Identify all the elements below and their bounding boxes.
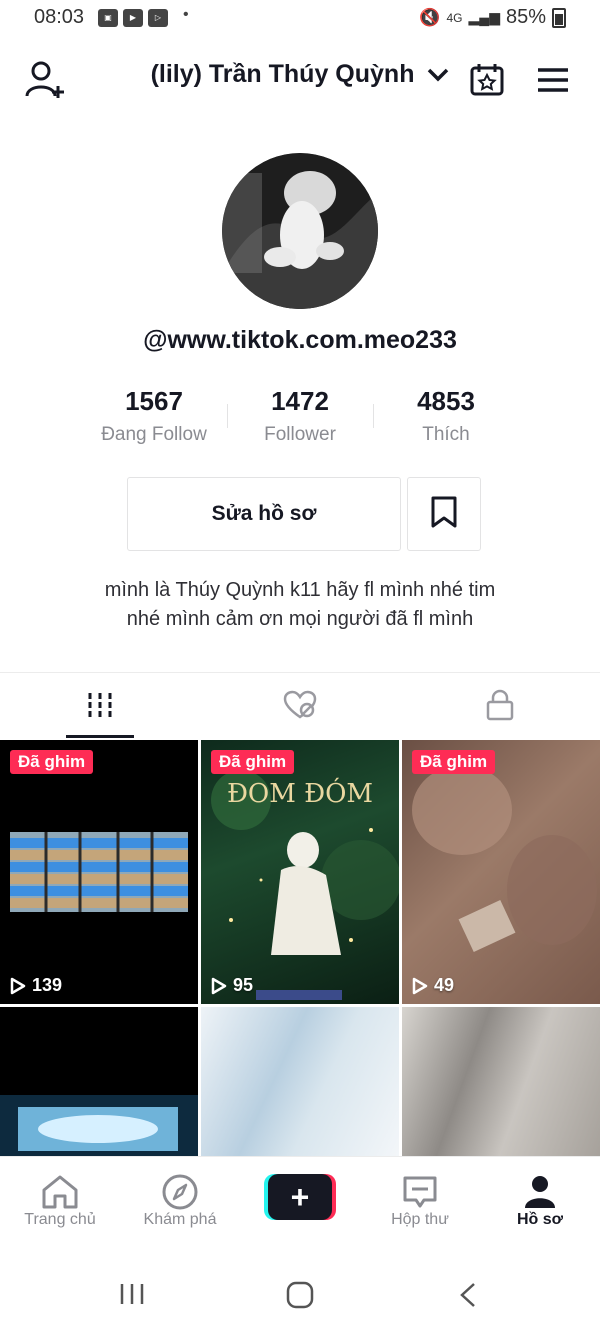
video-thumbnail[interactable] <box>0 1007 198 1157</box>
video-thumbnail[interactable]: ĐOM ĐÓM Đã ghim 95 <box>201 740 399 1004</box>
mute-icon: 🔇 <box>419 7 441 27</box>
system-nav-bar <box>0 1246 600 1333</box>
status-right: 🔇 4G ▂▄▆ 85% <box>419 6 566 29</box>
chevron-down-icon[interactable] <box>427 61 449 90</box>
play-icon <box>211 977 227 994</box>
nav-discover-label: Khám phá <box>143 1211 217 1228</box>
pinned-badge: Đã ghim <box>211 750 295 774</box>
tab-private[interactable] <box>470 689 530 726</box>
back-icon[interactable] <box>458 1282 478 1313</box>
create-button[interactable]: + <box>264 1174 336 1220</box>
home-icon <box>5 1173 115 1211</box>
nav-profile[interactable]: Hồ sơ <box>485 1173 595 1229</box>
favorites-button[interactable] <box>407 477 481 551</box>
nav-home-label: Trang chủ <box>24 1211 96 1228</box>
youtube-icon: ▶ <box>123 9 143 27</box>
svg-text:ĐOM ĐÓM: ĐOM ĐÓM <box>227 777 373 809</box>
lock-icon <box>485 689 515 726</box>
nav-profile-label: Hồ sơ <box>516 1211 564 1228</box>
bio-line: nhé mình cảm ơn mọi người đã fl mình <box>126 608 474 630</box>
recent-apps-icon[interactable] <box>118 1282 146 1311</box>
following-label[interactable]: Đang Follow <box>79 424 229 446</box>
play-icon <box>10 977 26 994</box>
bio: mình là Thúy Quỳnh k11 hãy fl mình nhé t… <box>40 576 560 634</box>
active-tab-indicator <box>66 735 134 738</box>
video-thumbnail[interactable]: Đã ghim 49 <box>402 740 600 1004</box>
nav-inbox-label: Hộp thư <box>391 1211 449 1228</box>
bookmark-icon <box>430 495 458 534</box>
profile-icon <box>485 1173 595 1211</box>
view-count: 49 <box>412 975 454 996</box>
view-count-value: 49 <box>434 975 455 995</box>
video-thumbnail[interactable] <box>402 1007 600 1157</box>
video-thumbnail[interactable]: Đã ghim 139 <box>0 740 198 1004</box>
battery-label: 85% <box>505 6 546 28</box>
nav-discover[interactable]: Khám phá <box>125 1173 235 1229</box>
tab-liked[interactable] <box>270 690 330 724</box>
nav-inbox[interactable]: Hộp thư <box>365 1173 475 1229</box>
view-count: 139 <box>10 975 62 996</box>
view-count-value: 139 <box>32 975 63 995</box>
tab-videos[interactable] <box>70 690 130 724</box>
view-count-value: 95 <box>233 975 254 995</box>
video-thumbnail[interactable] <box>201 1007 399 1157</box>
nav-home[interactable]: Trang chủ <box>5 1173 115 1229</box>
status-bar: 08:03 ▣ ▶ ▷ • 🔇 4G ▂▄▆ 85% <box>0 0 600 36</box>
likes-count: 4853 <box>417 386 475 416</box>
plus-icon: + <box>268 1174 332 1220</box>
view-count: 95 <box>211 975 253 996</box>
bottom-nav: Trang chủ Khám phá + Hộp thư Hồ sơ <box>0 1156 600 1247</box>
network-label: 4G <box>446 10 463 25</box>
calendar-star-icon[interactable] <box>465 58 509 102</box>
pinned-badge: Đã ghim <box>412 750 496 774</box>
notification-dot: • <box>183 6 189 23</box>
profile-title-bar[interactable]: (lily) Trần Thúy Quỳnh <box>0 60 600 90</box>
edit-profile-button[interactable]: Sửa hồ sơ <box>127 477 401 551</box>
profile-title[interactable]: (lily) Trần Thúy Quỳnh <box>151 60 415 88</box>
status-time: 08:03 <box>34 6 85 28</box>
avatar[interactable] <box>222 153 378 309</box>
signal-icon: ▂▄▆ <box>468 9 500 25</box>
menu-icon[interactable] <box>531 58 575 102</box>
play-icon: ▷ <box>148 9 168 27</box>
likes-label: Thích <box>422 424 470 445</box>
gallery-icon: ▣ <box>98 9 118 27</box>
compass-icon <box>125 1173 235 1211</box>
username: @www.tiktok.com.meo233 <box>143 326 457 354</box>
tabs-divider <box>0 672 600 673</box>
home-button-icon[interactable] <box>286 1281 314 1314</box>
inbox-icon <box>365 1173 475 1211</box>
following-count[interactable]: 1567 <box>79 386 229 417</box>
hidden-heart-icon <box>283 690 317 725</box>
follower-label[interactable]: Follower <box>225 424 375 446</box>
follower-count[interactable]: 1472 <box>225 386 375 417</box>
bio-line: mình là Thúy Quỳnh k11 hãy fl mình nhé t… <box>104 579 496 601</box>
grid-icon <box>86 691 114 724</box>
play-icon <box>412 977 428 994</box>
pinned-badge: Đã ghim <box>10 750 94 774</box>
battery-icon <box>552 7 566 28</box>
